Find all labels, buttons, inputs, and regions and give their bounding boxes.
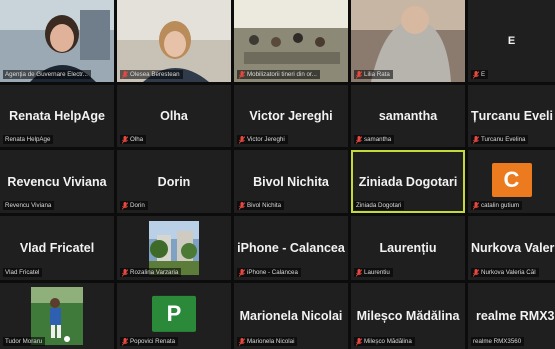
participant-name-label: samantha [354,135,395,144]
participant-tile[interactable]: Mobilizatorii tineri din or... [234,0,348,82]
participant-name-label: Mobilizatorii tineri din or... [237,70,320,79]
muted-mic-icon [356,135,362,144]
participant-tile[interactable]: Laurențiu Laurentiu [351,216,465,280]
participant-name: Victor Jereghi [249,109,333,123]
participant-tile[interactable]: Rozalina Varzaria [117,216,231,280]
muted-mic-icon [356,337,362,346]
muted-mic-icon [239,337,245,346]
muted-mic-icon [473,201,479,210]
participant-name-label: iPhone - Calancea [237,268,301,277]
participant-name-label: Agenţia de Guvernare Electr... [3,70,91,79]
muted-mic-icon [239,70,245,79]
active-speaker-tile[interactable]: Ziniada Dogotari Ziniada Dogotari [351,150,465,213]
participant-tile[interactable]: Vlad Fricatel Vlad Fricatel [0,216,114,280]
participant-tile[interactable]: Bivol Nichita Bivol Nichita [234,150,348,213]
participant-video [149,221,199,275]
participant-name-label: Bivol Nichita [237,201,285,210]
participant-name-label: Vlad Fricatel [3,268,43,277]
participant-tile[interactable]: Dorin Dorin [117,150,231,213]
avatar: P [152,295,196,332]
participant-name: Revencu Viviana [7,174,107,189]
participant-name: Dorin [157,174,191,189]
muted-mic-icon [122,268,128,277]
participant-name-label: Marionela Nicolai [237,337,298,346]
participant-tile[interactable]: E E [468,0,555,82]
participant-name-label: Nurkova Valeria Căl [471,268,539,277]
muted-mic-icon [239,268,245,277]
participant-name: Mileșco Mădălina [356,309,460,323]
muted-mic-icon [122,337,128,346]
participant-name-label: Dorin [120,201,148,210]
participant-name-label: Mileșco Mădălina [354,337,415,346]
participant-tile[interactable]: Lilia Rata [351,0,465,82]
participant-tile[interactable]: Revencu Viviana Revencu Viviana [0,150,114,213]
participant-tile[interactable]: Olha Olha [117,85,231,147]
participant-name: E [507,35,516,47]
participant-name: Bivol Nichita [253,174,329,189]
muted-mic-icon [239,201,245,210]
participant-name: Nurkova Valer [471,241,555,255]
participant-name-label: Olesea Berestean [120,70,183,79]
muted-mic-icon [473,70,479,79]
participant-tile[interactable]: Nurkova Valer Nurkova Valeria Căl [468,216,555,280]
participant-name-label: Tudor Moraru [3,337,46,346]
participant-name-label: Lilia Rata [354,70,393,79]
participant-tile[interactable]: Țurcanu Eveli Turcanu Evelina [468,85,555,147]
participant-name-label: Revencu Viviana [3,201,55,210]
participant-tile[interactable]: Tudor Moraru [0,283,114,349]
participant-name: realme RMX35 [476,309,555,323]
participant-name-label: Popovici Renata [120,337,179,346]
participant-name-label: Laurentiu [354,268,393,277]
participant-name-label: Olha [120,135,147,144]
participant-name: Ziniada Dogotari [358,174,458,189]
participant-tile[interactable]: Mileșco Mădălina Mileșco Mădălina [351,283,465,349]
participant-name: Olha [160,109,188,123]
participant-tile[interactable]: Agenţia de Guvernare Electr... [0,0,114,82]
gallery-view: Agenţia de Guvernare Electr... Olesea Be… [0,0,555,349]
participant-tile[interactable]: realme RMX35 realme RMX3560 [468,283,555,349]
participant-name-label: Ziniada Dogotari [354,201,405,210]
participant-name-label: Rozalina Varzaria [120,268,182,277]
participant-name-label: realme RMX3560 [471,337,525,346]
participant-tile[interactable]: Victor Jereghi Victor Jereghi [234,85,348,147]
participant-name: Laurențiu [379,241,437,255]
muted-mic-icon [473,135,479,144]
muted-mic-icon [356,268,362,277]
participant-tile[interactable]: C catalin gutium [468,150,555,213]
participant-tile[interactable]: Olesea Berestean [117,0,231,82]
participant-name: Marionela Nicolai [239,309,343,323]
participant-name-label: Renata HelpAge [3,135,54,144]
participant-name-label: Victor Jereghi [237,135,288,144]
participant-name: iPhone - Calancea [237,241,345,255]
participant-tile[interactable]: samantha samantha [351,85,465,147]
muted-mic-icon [356,70,362,79]
muted-mic-icon [239,135,245,144]
participant-tile[interactable]: Renata HelpAge Renata HelpAge [0,85,114,147]
participant-name-label: E [471,70,489,79]
participant-tile[interactable]: P Popovici Renata [117,283,231,349]
participant-name: Renata HelpAge [9,109,105,123]
muted-mic-icon [122,70,128,79]
muted-mic-icon [122,201,128,210]
participant-name: Țurcanu Eveli [471,109,553,123]
avatar: C [491,162,532,197]
participant-name: samantha [378,109,438,123]
participant-name-label: Turcanu Evelina [471,135,529,144]
muted-mic-icon [473,268,479,277]
participant-tile[interactable]: iPhone - Calancea iPhone - Calancea [234,216,348,280]
participant-tile[interactable]: Marionela Nicolai Marionela Nicolai [234,283,348,349]
muted-mic-icon [122,135,128,144]
participant-name-label: catalin gutium [471,201,523,210]
participant-name: Vlad Fricatel [19,241,95,255]
